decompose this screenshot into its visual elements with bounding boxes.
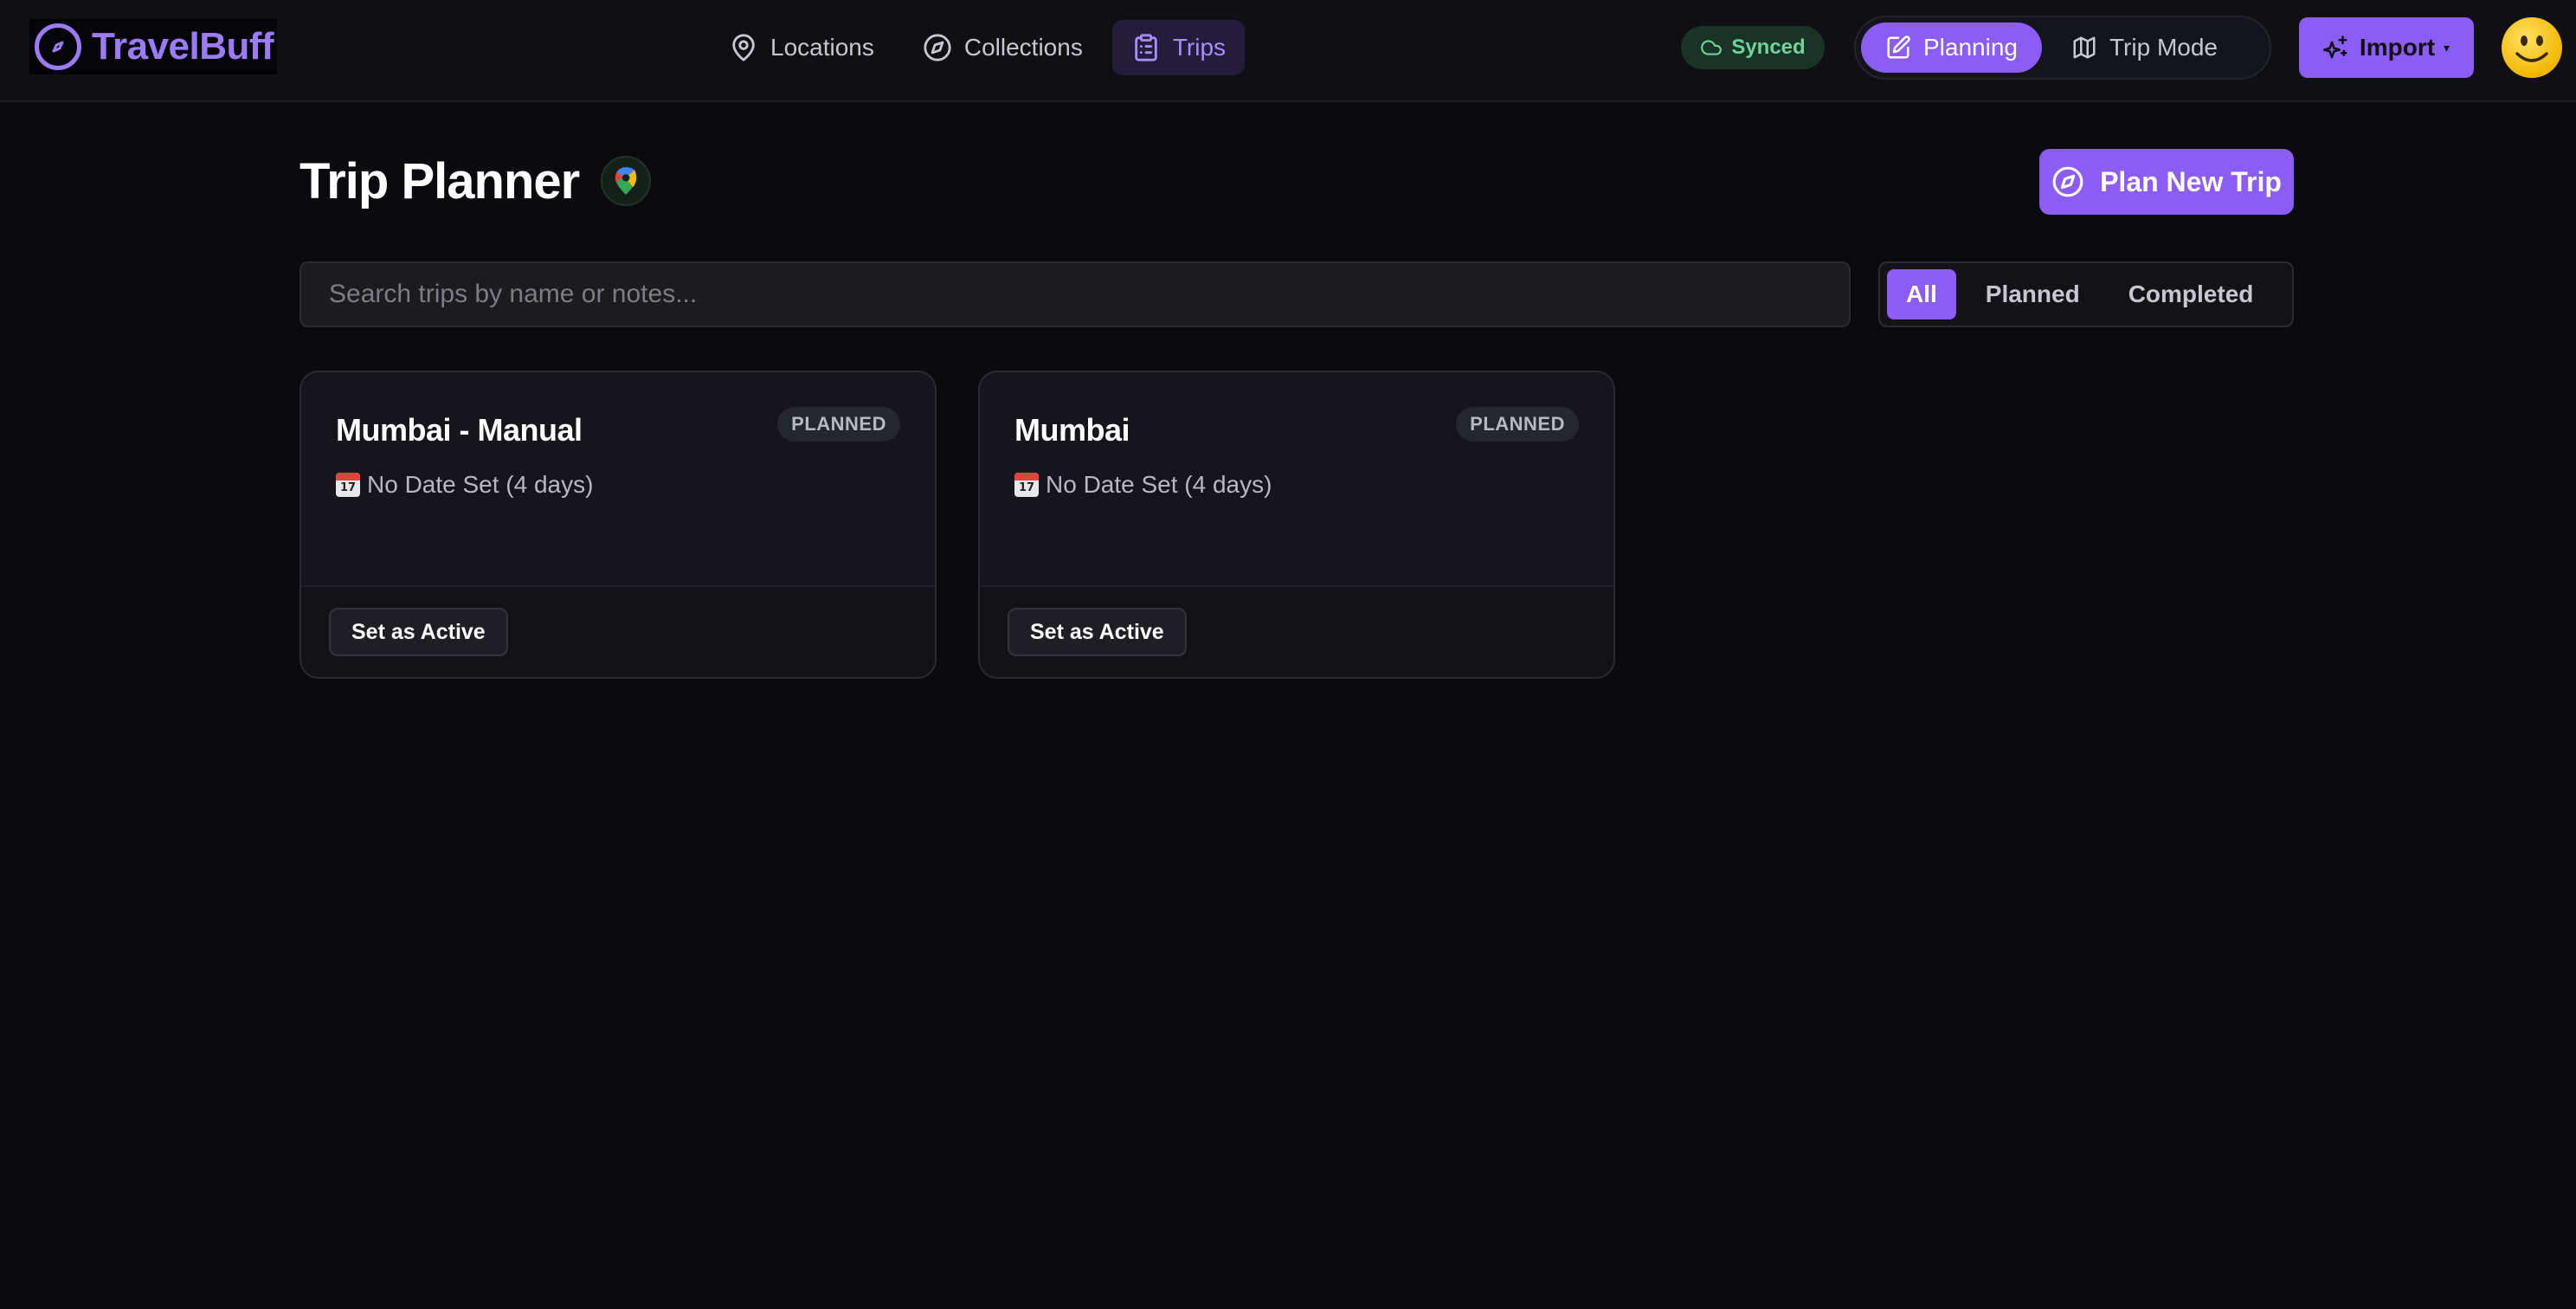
chevron-down-icon: ▾	[2444, 40, 2450, 55]
nav-item-label: Collections	[963, 34, 1083, 61]
compass-logo-icon	[35, 23, 81, 70]
trip-date-info: 17 No Date Set (4 days)	[1014, 471, 1272, 499]
import-button[interactable]: Import ▾	[2299, 17, 2474, 78]
compass-icon	[924, 34, 951, 61]
set-as-active-button[interactable]: Set as Active	[1008, 608, 1187, 656]
top-navigation-bar: TravelBuff Locations Collections Trips S…	[0, 0, 2576, 102]
trip-card[interactable]: Mumbai - Manual PLANNED 17 No Date Set (…	[299, 371, 937, 679]
trip-card-footer: Set as Active	[301, 585, 935, 677]
cloud-icon	[1701, 40, 1723, 55]
trip-status-filter: All Planned Completed	[1878, 261, 2294, 327]
trip-name: Mumbai	[1014, 412, 1130, 448]
trip-date-info: 17 No Date Set (4 days)	[336, 471, 593, 499]
app-brand-name: TravelBuff	[92, 25, 274, 68]
mode-label: Trip Mode	[2109, 34, 2218, 61]
trip-name: Mumbai - Manual	[336, 412, 583, 448]
nav-item-locations[interactable]: Locations	[710, 20, 893, 75]
nav-item-label: Trips	[1172, 34, 1227, 61]
smiley-face-icon	[2515, 35, 2548, 62]
mode-trip-button[interactable]: Trip Mode	[2047, 23, 2242, 73]
nav-item-collections[interactable]: Collections	[904, 20, 1102, 75]
clipboard-list-icon	[1135, 34, 1157, 61]
plan-new-trip-button[interactable]: Plan New Trip	[2039, 149, 2294, 215]
sync-status-label: Synced	[1731, 35, 1806, 59]
trip-date-label: No Date Set (4 days)	[367, 471, 594, 498]
set-as-active-button[interactable]: Set as Active	[329, 608, 508, 656]
nav-item-trips[interactable]: Trips	[1111, 20, 1246, 75]
import-label: Import	[2359, 34, 2436, 61]
edit-icon	[1887, 35, 1910, 59]
trip-card-footer: Set as Active	[980, 585, 1613, 677]
filter-completed-button[interactable]: Completed	[2109, 269, 2273, 319]
filter-all-button[interactable]: All	[1887, 269, 1956, 319]
mode-switch: Planning Trip Mode	[1854, 16, 2271, 80]
calendar-icon: 17	[336, 473, 360, 497]
nav-item-label: Locations	[770, 34, 874, 61]
trip-status-badge: PLANNED	[1456, 407, 1579, 442]
app-logo[interactable]: TravelBuff	[29, 19, 277, 74]
trip-status-badge: PLANNED	[777, 407, 900, 442]
google-maps-pin-icon[interactable]	[601, 156, 651, 206]
primary-nav: Locations Collections Trips	[710, 19, 1246, 76]
map-pin-icon	[732, 34, 755, 61]
compass-icon	[2052, 166, 2083, 197]
sync-status-badge: Synced	[1681, 26, 1825, 69]
trip-date-label: No Date Set (4 days)	[1046, 471, 1272, 498]
mode-label: Planning	[1923, 34, 2018, 61]
trip-card[interactable]: Mumbai PLANNED 17 No Date Set (4 days) S…	[978, 371, 1615, 679]
plan-new-trip-label: Plan New Trip	[2100, 165, 2282, 197]
filter-planned-button[interactable]: Planned	[1967, 269, 2099, 319]
mode-planning-button[interactable]: Planning	[1861, 23, 2042, 73]
trip-search-input[interactable]	[299, 261, 1851, 327]
page-title: Trip Planner	[299, 153, 580, 210]
map-pin-color-icon	[615, 167, 637, 195]
sparkles-icon	[2322, 35, 2347, 59]
calendar-icon: 17	[1014, 473, 1039, 497]
user-avatar[interactable]	[2502, 17, 2562, 78]
map-icon	[2073, 36, 2096, 59]
